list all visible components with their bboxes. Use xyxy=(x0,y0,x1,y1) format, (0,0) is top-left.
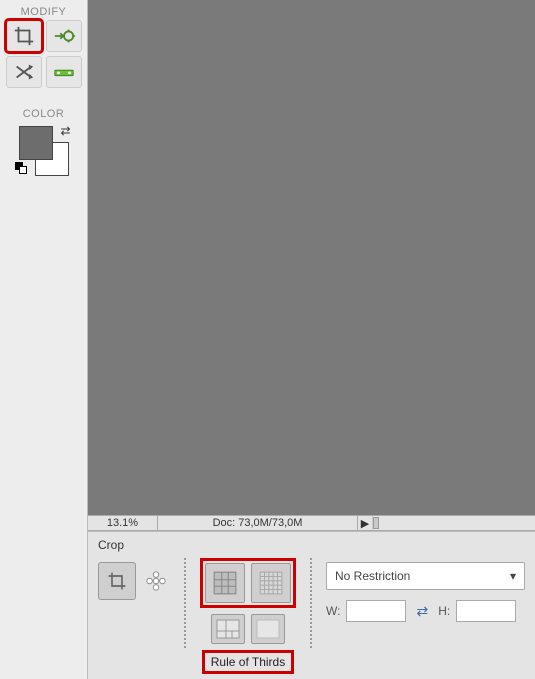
tools-sidebar: MODIFY CO xyxy=(0,0,88,679)
golden-ratio-icon xyxy=(216,619,240,639)
blank-icon xyxy=(256,619,280,639)
gear-arrow-icon xyxy=(53,25,75,47)
height-input[interactable] xyxy=(456,600,516,622)
info-menu-arrow-icon[interactable]: ▶ xyxy=(358,517,372,530)
crop-icon xyxy=(107,571,127,591)
separator xyxy=(184,558,186,648)
crop-options-panel: Crop xyxy=(88,531,535,679)
modify-section-label: MODIFY xyxy=(21,6,67,18)
straighten-tool-button[interactable] xyxy=(46,56,82,88)
overlay-highlight-box xyxy=(200,558,296,608)
straighten-icon xyxy=(53,64,75,80)
grid-dense-icon xyxy=(258,570,284,596)
default-colors-button[interactable] xyxy=(15,162,29,176)
document-canvas[interactable] xyxy=(88,0,535,515)
overlay-name-label: Rule of Thirds xyxy=(202,650,294,674)
height-label: H: xyxy=(438,604,450,618)
flower-icon xyxy=(145,570,167,592)
crop-panel-title: Crop xyxy=(98,538,525,552)
color-section-label: COLOR xyxy=(23,108,65,120)
zoom-level[interactable]: 13.1% xyxy=(88,516,158,530)
recompose-tool-button[interactable] xyxy=(46,20,82,52)
crop-suggestions-button[interactable] xyxy=(142,567,170,595)
crossed-arrows-icon xyxy=(13,61,35,83)
document-size-info: Doc: 73,0M/73,0M xyxy=(158,516,358,530)
none-overlay-button[interactable] xyxy=(251,614,285,644)
crop-left-controls xyxy=(98,558,170,600)
width-label: W: xyxy=(326,604,340,618)
aspect-ratio-value: No Restriction xyxy=(335,569,410,583)
golden-ratio-overlay-button[interactable] xyxy=(211,614,245,644)
overlay-column: Rule of Thirds xyxy=(200,558,296,674)
dimensions-row: W: ⇄ H: xyxy=(326,600,525,622)
crop-tool-button[interactable] xyxy=(6,20,42,52)
swap-colors-icon[interactable]: ⇄ xyxy=(60,124,70,138)
color-section: COLOR ⇄ xyxy=(15,102,73,176)
swap-dimensions-icon[interactable]: ⇄ xyxy=(412,603,432,620)
grid-overlay-button[interactable] xyxy=(251,563,291,603)
aspect-ratio-dropdown[interactable]: No Restriction ▾ xyxy=(326,562,525,590)
content-aware-move-button[interactable] xyxy=(6,56,42,88)
status-bar: 13.1% Doc: 73,0M/73,0M ▶ xyxy=(88,515,535,531)
horizontal-scrollbar[interactable] xyxy=(372,516,535,530)
foreground-color-swatch[interactable] xyxy=(19,126,53,160)
separator xyxy=(310,558,312,648)
grid-3x3-icon xyxy=(212,570,238,596)
color-swatches: ⇄ xyxy=(15,124,73,176)
crop-mode-button[interactable] xyxy=(98,562,136,600)
rule-of-thirds-overlay-button[interactable] xyxy=(205,563,245,603)
scrollbar-thumb[interactable] xyxy=(373,517,379,529)
width-input[interactable] xyxy=(346,600,406,622)
aspect-column: No Restriction ▾ W: ⇄ H: xyxy=(326,558,525,622)
overlay-row-2 xyxy=(211,614,285,644)
crop-icon xyxy=(13,25,35,47)
chevron-down-icon: ▾ xyxy=(510,569,516,583)
modify-tool-grid xyxy=(2,20,86,88)
